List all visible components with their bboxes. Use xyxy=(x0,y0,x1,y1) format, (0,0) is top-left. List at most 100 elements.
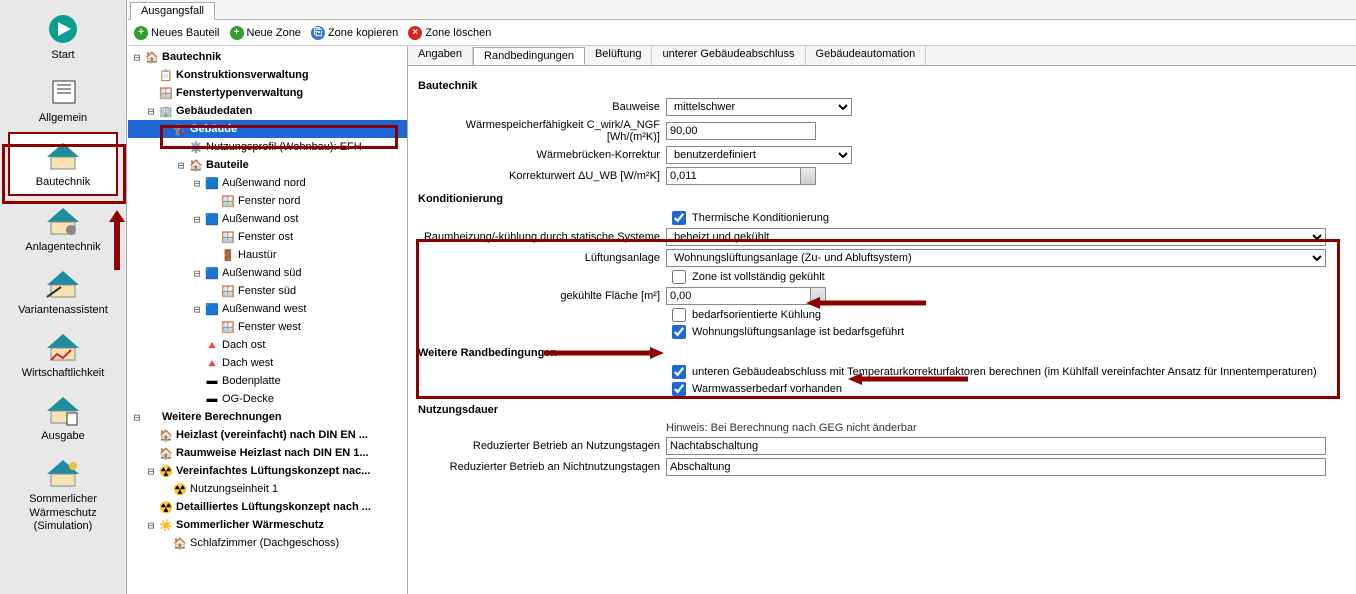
new-bauteil-button[interactable]: +Neues Bauteil xyxy=(134,26,220,40)
roof-icon: 🔺 xyxy=(205,338,219,352)
tree-aussenwand-west[interactable]: ⊟🟦Außenwand west xyxy=(128,300,407,318)
plus-icon: + xyxy=(230,26,244,40)
sidebar-item-label: Sommerlicher Wärmeschutz (Simulation) xyxy=(11,493,115,533)
wall-icon: 🟦 xyxy=(205,212,219,226)
profile-icon: ⚙️ xyxy=(189,140,203,154)
house-icon: 🏠 xyxy=(145,50,159,64)
chk-zone-vollstaendig[interactable] xyxy=(672,270,686,284)
wall-icon: 🟦 xyxy=(205,302,219,316)
tree-haustuer[interactable]: ·🚪Haustür xyxy=(128,246,407,264)
new-zone-button[interactable]: +Neue Zone xyxy=(230,26,301,40)
layers-icon: 📋 xyxy=(159,68,173,82)
floor-icon: ▬ xyxy=(205,374,219,388)
chk-thermische[interactable] xyxy=(672,211,686,225)
label-lueftungsanlage: Lüftungsanlage xyxy=(418,252,666,264)
sidebar-item-allgemein[interactable]: Allgemein xyxy=(8,69,118,130)
tab-randbedingungen[interactable]: Randbedingungen xyxy=(473,47,585,65)
sidebar-item-start[interactable]: Start xyxy=(8,6,118,67)
form-area: Bautechnik Bauweise mittelschwer Wärmesp… xyxy=(408,66,1356,485)
window-icon: 🪟 xyxy=(221,230,235,244)
tree-fenster-nord[interactable]: ·🪟Fenster nord xyxy=(128,192,407,210)
roof-icon: 🔺 xyxy=(205,356,219,370)
label-waermespeicher: Wärmespeicherfähigkeit C_wirk/A_NGF [Wh/… xyxy=(418,119,666,143)
label-red-nutzung: Reduzierter Betrieb an Nutzungstagen xyxy=(418,440,666,452)
tree-bauteile[interactable]: ⊟🏠Bauteile xyxy=(128,156,407,174)
tab-unterer-abschluss[interactable]: unterer Gebäudeabschluss xyxy=(652,46,805,65)
variant-tab[interactable]: Ausgangsfall xyxy=(130,2,215,20)
tree-gebaeudedaten[interactable]: ⊟🏢Gebäudedaten xyxy=(128,102,407,120)
toolbar-label: Neue Zone xyxy=(247,27,301,39)
sidebar-item-label: Variantenassistent xyxy=(18,304,108,317)
chk-bedarfsorientierte[interactable] xyxy=(672,308,686,322)
plus-icon: + xyxy=(134,26,148,40)
tree-aussenwand-nord[interactable]: ⊟🟦Außenwand nord xyxy=(128,174,407,192)
input-gekuehlte-flaeche[interactable] xyxy=(666,287,826,305)
section-bautechnik: Bautechnik xyxy=(418,80,1346,92)
window-icon: 🪟 xyxy=(221,194,235,208)
tab-automation[interactable]: Gebäudeautomation xyxy=(806,46,927,65)
tree-fenster-ost[interactable]: ·🪟Fenster ost xyxy=(128,228,407,246)
tree-raumweise-heizlast[interactable]: ·🏠Raumweise Heizlast nach DIN EN 1... xyxy=(128,444,407,462)
tree-vereinfachtes-lueftung[interactable]: ⊟☢️Vereinfachtes Lüftungskonzept nac... xyxy=(128,462,407,480)
copy-zone-button[interactable]: ⎘Zone kopieren xyxy=(311,26,398,40)
chk-wohnungslueftung-bedarf[interactable] xyxy=(672,325,686,339)
select-lueftungsanlage[interactable]: Wohnungslüftungsanlage (Zu- und Abluftsy… xyxy=(666,249,1326,267)
tree-fenstertypenverwaltung[interactable]: ·🪟Fenstertypenverwaltung xyxy=(128,84,407,102)
select-raumheizung[interactable]: beheizt und gekühlt xyxy=(666,228,1326,246)
sidebar-item-wirtschaftlichkeit[interactable]: Wirtschaftlichkeit xyxy=(8,324,118,385)
tree-fenster-sued[interactable]: ·🪟Fenster süd xyxy=(128,282,407,300)
tree-panel: ⊟🏠Bautechnik ·📋Konstruktionsverwaltung ·… xyxy=(128,46,408,594)
house-gear-icon xyxy=(39,203,87,239)
tab-belueftung[interactable]: Belüftung xyxy=(585,46,652,65)
tree-bodenplatte[interactable]: ·▬Bodenplatte xyxy=(128,372,407,390)
tree-aussenwand-sued[interactable]: ⊟🟦Außenwand süd xyxy=(128,264,407,282)
chk-warmwasser[interactable] xyxy=(672,382,686,396)
select-waermebruecken[interactable]: benutzerdefiniert xyxy=(666,146,852,164)
notebook-icon xyxy=(39,74,87,110)
sidebar-item-anlagentechnik[interactable]: Anlagentechnik xyxy=(8,198,118,259)
parts-icon: 🏠 xyxy=(189,158,203,172)
sidebar-item-label: Wirtschaftlichkeit xyxy=(22,367,105,380)
house-wand-icon xyxy=(39,266,87,302)
input-korrekturwert[interactable] xyxy=(666,167,816,185)
tab-angaben[interactable]: Angaben xyxy=(408,46,473,65)
heat-icon: 🏠 xyxy=(159,446,173,460)
input-red-nichtnutzung[interactable] xyxy=(666,458,1326,476)
building-icon: 🏢 xyxy=(159,104,173,118)
tree-nutzungsprofil[interactable]: ·⚙️Nutzungsprofil (Wohnbau): EFH xyxy=(128,138,407,156)
delete-zone-button[interactable]: ×Zone löschen xyxy=(408,26,491,40)
tree-dach-ost[interactable]: ·🔺Dach ost xyxy=(128,336,407,354)
select-bauweise[interactable]: mittelschwer xyxy=(666,98,852,116)
sidebar-item-label: Anlagentechnik xyxy=(25,241,100,254)
tree-nutzungseinheit1[interactable]: ·☢️Nutzungseinheit 1 xyxy=(128,480,407,498)
tree-sommerlicher[interactable]: ⊟☀️Sommerlicher Wärmeschutz xyxy=(128,516,407,534)
tree-bautechnik[interactable]: ⊟🏠Bautechnik xyxy=(128,48,407,66)
sidebar-item-variantenassistent[interactable]: Variantenassistent xyxy=(8,261,118,322)
sun-icon: ☀️ xyxy=(159,518,173,532)
tree-fenster-west[interactable]: ·🪟Fenster west xyxy=(128,318,407,336)
ceiling-icon: ▬ xyxy=(205,392,219,406)
sidebar-item-sommerlicher[interactable]: Sommerlicher Wärmeschutz (Simulation) xyxy=(8,450,118,538)
window-icon: 🪟 xyxy=(159,86,173,100)
tree-konstruktionsverwaltung[interactable]: ·📋Konstruktionsverwaltung xyxy=(128,66,407,84)
tree-dach-west[interactable]: ·🔺Dach west xyxy=(128,354,407,372)
tree-weitere-berechnungen[interactable]: ⊟Weitere Berechnungen xyxy=(128,408,407,426)
tree-og-decke[interactable]: ·▬OG-Decke xyxy=(128,390,407,408)
left-sidebar: Start Allgemein Bautechnik Anlagentechni… xyxy=(0,0,127,594)
tree-detailliertes-lueftung[interactable]: ·☢️Detailliertes Lüftungskonzept nach ..… xyxy=(128,498,407,516)
tree-heizlast[interactable]: ·🏠Heizlast (vereinfacht) nach DIN EN ... xyxy=(128,426,407,444)
window-icon: 🪟 xyxy=(221,320,235,334)
chk-unteren-abschluss[interactable] xyxy=(672,365,686,379)
sidebar-item-bautechnik[interactable]: Bautechnik xyxy=(8,132,118,195)
input-waermespeicher[interactable] xyxy=(666,122,816,140)
section-nutzungsdauer: Nutzungsdauer xyxy=(418,404,1346,416)
sidebar-item-ausgabe[interactable]: Ausgabe xyxy=(8,387,118,448)
hinweis-text: Hinweis: Bei Berechnung nach GEG nicht ä… xyxy=(666,422,917,434)
input-red-nutzung[interactable] xyxy=(666,437,1326,455)
copy-icon: ⎘ xyxy=(311,26,325,40)
tree-gebaeude[interactable]: ⊟🏗️Gebäude xyxy=(128,120,407,138)
sidebar-item-label: Ausgabe xyxy=(41,430,84,443)
tree-aussenwand-ost[interactable]: ⊟🟦Außenwand ost xyxy=(128,210,407,228)
tree-schlafzimmer[interactable]: ·🏠Schlafzimmer (Dachgeschoss) xyxy=(128,534,407,552)
chk-label: Warmwasserbedarf vorhanden xyxy=(692,383,842,395)
